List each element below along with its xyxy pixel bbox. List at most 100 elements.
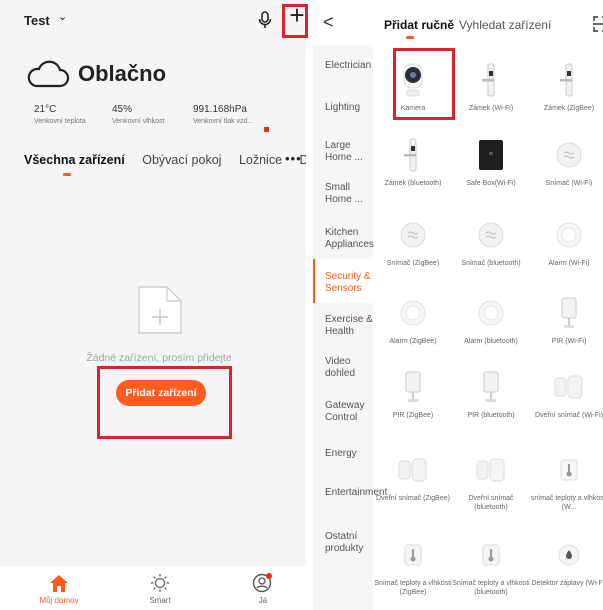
device-safe-box[interactable]: Safe Box(Wi-Fi) <box>451 135 531 188</box>
scan-icon[interactable] <box>593 16 603 32</box>
device-name: Zámek (ZigBee) <box>543 105 595 112</box>
chevron-down-icon[interactable]: ⌄ <box>58 10 67 23</box>
device-temp-humidity-wifi[interactable]: snímač teploty a vlhkosti (W... <box>529 450 603 512</box>
category-entertainment[interactable]: Entertainment <box>313 487 387 499</box>
pir-icon <box>483 371 499 402</box>
category-video[interactable]: Video dohled <box>313 356 373 380</box>
home-header: Test ⌄ + <box>0 0 306 40</box>
device-water-leak-wifi[interactable]: Detektor záplavy (Wi-Fi) <box>529 535 603 588</box>
tab-add-manually[interactable]: Přidat ručně <box>384 18 454 32</box>
device-name: Snímač (bluetooth) <box>461 260 521 267</box>
device-name: PIR (Wi-Fi) <box>551 338 587 345</box>
notification-dot <box>264 127 269 132</box>
thermometer-icon <box>404 544 422 566</box>
nav-my-home[interactable]: Můj domov <box>29 572 89 605</box>
device-pir-bluetooth[interactable]: PIR (bluetooth) <box>451 367 531 420</box>
add-device-button[interactable]: Přidat zařízení <box>116 380 206 406</box>
category-small-home[interactable]: Small Home ... <box>313 182 373 206</box>
empty-document-icon <box>138 286 182 334</box>
sensor-icon <box>556 142 582 168</box>
tab-living-room[interactable]: Obývací pokoj <box>142 153 221 167</box>
pir-icon <box>405 371 421 402</box>
stat-label: Venkovní vlhkost <box>112 118 165 125</box>
stat-temperature: 21°C Venkovní teplota <box>34 104 86 125</box>
device-name: Safe Box(Wi-Fi) <box>466 180 516 187</box>
device-name: Alarm (Wi-Fi) <box>548 260 590 267</box>
device-name: Snímač teploty a vlhkosti (ZigBee) <box>374 580 452 596</box>
device-lock-wifi[interactable]: Zámek (Wi-Fi) <box>451 60 531 113</box>
home-selector[interactable]: Test <box>24 13 50 28</box>
category-energy[interactable]: Energy <box>313 448 373 460</box>
nav-me[interactable]: Já <box>233 572 293 605</box>
thermometer-icon <box>482 544 500 566</box>
device-door-sensor-bluetooth[interactable]: Dveřní snímač (bluetooth) <box>451 450 531 512</box>
tab-bedroom[interactable]: Ložnice <box>239 153 282 167</box>
device-name: Kamera <box>400 105 426 112</box>
device-door-sensor-wifi[interactable]: Dveřní snímač (Wi-Fi) <box>529 367 603 420</box>
device-name: PIR (ZigBee) <box>392 412 434 419</box>
device-lock-zigbee[interactable]: Zámek (ZigBee) <box>529 60 603 113</box>
device-name: Snímač (Wi-Fi) <box>545 180 593 187</box>
category-large-home[interactable]: Large Home ... <box>313 140 373 164</box>
sensor-icon <box>478 222 504 248</box>
nav-label: Můj domov <box>39 596 79 605</box>
stat-pressure: 991.168hPa Venkovní tlak vzd... <box>193 104 253 125</box>
lock-icon <box>404 138 417 172</box>
more-icon[interactable]: ••• <box>285 151 302 166</box>
category-gateway-control[interactable]: Gateway Control <box>313 400 373 424</box>
device-alarm-zigbee[interactable]: Alarm (ZigBee) <box>373 293 453 346</box>
device-alarm-wifi[interactable]: Alarm (Wi-Fi) <box>529 215 603 268</box>
nav-label: Já <box>258 596 268 605</box>
thermometer-icon <box>560 459 578 481</box>
device-name: Detektor záplavy (Wi-Fi) <box>531 580 603 587</box>
device-lock-bluetooth[interactable]: Zámek (bluetooth) <box>373 135 453 188</box>
category-other-products[interactable]: Ostatní produkty <box>313 531 373 555</box>
category-security-sensors[interactable]: Security & Sensors <box>313 259 373 303</box>
device-name: Dveřní snímač (bluetooth) <box>468 495 514 511</box>
tab-all-devices[interactable]: Všechna zařízení <box>24 153 125 167</box>
device-sensor-wifi[interactable]: Snímač (Wi-Fi) <box>529 135 603 188</box>
alarm-icon <box>556 222 582 248</box>
device-temp-humidity-zigbee[interactable]: Snímač teploty a vlhkosti (ZigBee) <box>373 535 453 597</box>
stat-value: 45% <box>112 104 133 115</box>
device-name: Dveřní snímač (Wi-Fi) <box>534 412 603 419</box>
door-sensor-icon <box>554 375 583 399</box>
device-pir-wifi[interactable]: PIR (Wi-Fi) <box>529 293 603 346</box>
nav-smart[interactable]: Smart <box>130 572 190 605</box>
stat-humidity: 45% Venkovní vlhkost <box>112 104 165 125</box>
sensor-icon <box>400 222 426 248</box>
device-sensor-bluetooth[interactable]: Snímač (bluetooth) <box>451 215 531 268</box>
device-camera[interactable]: Kamera <box>373 60 453 113</box>
device-name: Alarm (ZigBee) <box>389 338 437 345</box>
sun-icon <box>151 574 169 592</box>
weather-condition: Oblačno <box>78 61 167 86</box>
add-device-plus-button[interactable]: + <box>286 2 308 30</box>
device-sensor-zigbee[interactable]: Snímač (ZigBee) <box>373 215 453 268</box>
door-sensor-icon <box>398 458 427 482</box>
stat-value: 21°C <box>34 104 57 115</box>
back-arrow-icon[interactable]: < <box>323 13 334 31</box>
water-leak-icon <box>558 544 580 566</box>
category-exercise-health[interactable]: Exercise & Health <box>313 314 373 338</box>
device-name: Snímač (ZigBee) <box>386 260 440 267</box>
device-pir-zigbee[interactable]: PIR (ZigBee) <box>373 367 453 420</box>
device-temp-humidity-bluetooth[interactable]: Snímač teploty a vlhkosti (bluetooth) <box>451 535 531 597</box>
device-alarm-bluetooth[interactable]: Alarm (bluetooth) <box>451 293 531 346</box>
nav-label: Smart <box>149 596 171 605</box>
stat-value: 991.168hPa <box>193 104 247 115</box>
category-list: Electrician Lighting Large Home ... Smal… <box>313 45 387 610</box>
category-lighting[interactable]: Lighting <box>313 102 373 114</box>
home-icon <box>50 574 68 592</box>
add-device-screen: < Přidat ručně Vyhledat zařízení Electri… <box>313 0 603 610</box>
microphone-icon[interactable] <box>257 10 273 30</box>
lock-icon <box>560 63 573 97</box>
device-door-sensor-zigbee[interactable]: Dveřní snímač (ZigBee) <box>373 450 453 503</box>
profile-icon <box>252 573 272 593</box>
category-electrician[interactable]: Electrician <box>313 60 373 72</box>
device-name: Zámek (Wi-Fi) <box>468 105 514 112</box>
device-name: Alarm (bluetooth) <box>464 338 518 345</box>
category-kitchen-appliances[interactable]: Kitchen Appliances <box>313 227 374 251</box>
device-name: PIR (bluetooth) <box>467 412 515 419</box>
camera-icon <box>403 63 423 97</box>
tab-search-devices[interactable]: Vyhledat zařízení <box>459 18 551 32</box>
